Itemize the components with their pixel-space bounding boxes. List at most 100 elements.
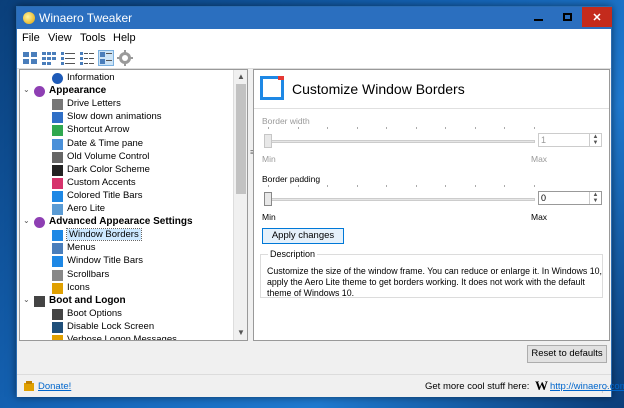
tree-item[interactable]: Drive Letters	[20, 98, 234, 111]
details-view-icon	[80, 52, 94, 65]
tree-item[interactable]: Information	[20, 72, 234, 85]
tree-item[interactable]: Aero Lite	[20, 203, 234, 216]
apply-changes-button[interactable]: Apply changes	[262, 228, 344, 244]
message-icon	[52, 335, 63, 340]
description-title: Description	[268, 249, 318, 259]
winaero-logo: W	[535, 378, 548, 393]
border-width-spinbox[interactable]: 1 ▲ ▼	[538, 133, 602, 147]
tree-item-label: Aero Lite	[67, 203, 106, 214]
tree-item[interactable]: Custom Accents	[20, 177, 234, 190]
border-padding-slider-thumb[interactable]	[264, 192, 272, 206]
border-padding-spinbox[interactable]: 0 ▲ ▼	[538, 191, 602, 205]
clock-icon	[52, 138, 63, 150]
menu-icon	[52, 243, 63, 255]
menu-file[interactable]: File	[22, 32, 40, 44]
tiles-view-button[interactable]	[98, 50, 114, 66]
tree-item[interactable]: Scrollbars	[20, 269, 234, 282]
tree-item[interactable]: Slow down animations	[20, 111, 234, 124]
slider-tick	[415, 127, 417, 129]
app-window: Winaero Tweaker ✕ File View Tools Help I…	[16, 6, 624, 397]
tree-item[interactable]: Date & Time pane	[20, 138, 234, 151]
tiles-view-icon	[100, 52, 112, 64]
settings-button[interactable]	[117, 50, 133, 66]
tree-item[interactable]: Window Borders	[20, 228, 234, 242]
maximize-button[interactable]	[553, 7, 581, 27]
tree-item-label: Custom Accents	[67, 176, 136, 188]
menu-view[interactable]: View	[48, 32, 72, 44]
tree-category[interactable]: ⌄ Appearance	[20, 85, 234, 98]
info-icon	[52, 73, 63, 84]
tree-item[interactable]: Shortcut Arrow	[20, 124, 234, 137]
expand-chevron-icon[interactable]: ⌄	[23, 85, 30, 94]
gear-icon	[117, 50, 133, 66]
page-title: Customize Window Borders	[292, 81, 465, 97]
header-divider	[254, 108, 609, 109]
tree-item-label: Scrollbars	[67, 268, 110, 280]
pane-splitter[interactable]	[248, 69, 252, 341]
title-bar[interactable]: Winaero Tweaker ✕	[17, 7, 612, 29]
winaero-url-link[interactable]: http://winaero.com	[550, 381, 624, 392]
tree-item[interactable]: Icons	[20, 282, 234, 295]
dark-scheme-icon	[52, 164, 63, 176]
window-border-icon	[52, 230, 63, 242]
large-icons-icon	[23, 52, 37, 64]
details-view-button[interactable]	[79, 50, 95, 66]
scrollbar-thumb[interactable]	[236, 84, 246, 194]
tree-item[interactable]: Disable Lock Screen	[20, 321, 234, 334]
promo-text: Get more cool stuff here:	[425, 381, 530, 392]
slider-tick	[268, 127, 269, 129]
donate-icon	[24, 381, 34, 391]
tree-item[interactable]: Boot Options	[20, 308, 234, 321]
tree-item[interactable]: Dark Color Scheme	[20, 164, 234, 177]
boot-icon	[52, 308, 63, 320]
close-button[interactable]: ✕	[582, 7, 612, 27]
settings-panel: Customize Window Borders Border width Mi…	[253, 69, 610, 341]
small-icons-view-button[interactable]	[41, 50, 57, 66]
menu-tools[interactable]: Tools	[80, 32, 106, 44]
slider-tick	[268, 185, 269, 187]
border-width-slider-thumb[interactable]	[264, 134, 272, 148]
tree-item-label: Drive Letters	[67, 98, 121, 110]
shortcut-arrow-icon	[52, 125, 63, 137]
slider-tick	[386, 185, 387, 187]
tree-item[interactable]: Menus	[20, 242, 234, 255]
border-width-min-label: Min	[262, 154, 276, 164]
tree-item-label: Appearance	[49, 85, 107, 97]
tree-item-label: Boot Options	[67, 307, 122, 319]
donate-link[interactable]: Donate!	[38, 381, 71, 392]
tree-item-label: Slow down animations	[67, 111, 162, 123]
drive-icon	[52, 99, 63, 111]
tree-item[interactable]: Verbose Logon Messages	[20, 334, 234, 340]
tree-item[interactable]: Colored Title Bars	[20, 190, 234, 203]
animation-icon	[52, 112, 63, 124]
tree-item[interactable]: Old Volume Control	[20, 151, 234, 164]
tree-item-label: Icons	[67, 281, 90, 293]
border-padding-min-label: Min	[262, 212, 276, 222]
spin-arrows-icon[interactable]: ▲ ▼	[589, 134, 601, 146]
tree-scrollbar[interactable]: ▲ ▼	[233, 70, 247, 340]
expand-chevron-icon[interactable]: ⌄	[23, 295, 30, 304]
spin-arrows-icon[interactable]: ▲ ▼	[589, 192, 601, 204]
menu-help[interactable]: Help	[113, 32, 136, 44]
tree-category[interactable]: ⌄ Advanced Appearace Settings	[20, 216, 234, 229]
scroll-up-arrow-icon[interactable]: ▲	[234, 70, 247, 84]
slider-tick	[474, 185, 476, 187]
tree-category[interactable]: ⌄ Boot and Logon	[20, 295, 234, 308]
slider-tick	[445, 127, 446, 129]
tree-item[interactable]: Window Title Bars	[20, 255, 234, 268]
border-padding-slider-track	[265, 198, 535, 201]
border-padding-ticks	[268, 185, 536, 189]
border-padding-label: Border padding	[262, 174, 321, 184]
reset-to-defaults-button[interactable]: Reset to defaults	[527, 345, 607, 363]
scroll-down-arrow-icon[interactable]: ▼	[234, 326, 247, 340]
minimize-button[interactable]	[524, 7, 552, 27]
navigation-tree[interactable]: Information ⌄ Appearance Drive Letters Slow …	[19, 69, 248, 341]
border-padding-value: 0	[541, 193, 547, 203]
boot-icon	[34, 295, 45, 307]
resize-grip-icon[interactable]: ⋰	[601, 385, 609, 394]
list-view-button[interactable]	[60, 50, 76, 66]
lock-screen-icon	[52, 321, 63, 333]
slider-tick	[533, 185, 535, 187]
expand-chevron-icon[interactable]: ⌄	[23, 216, 30, 225]
large-icons-view-button[interactable]	[22, 50, 38, 66]
